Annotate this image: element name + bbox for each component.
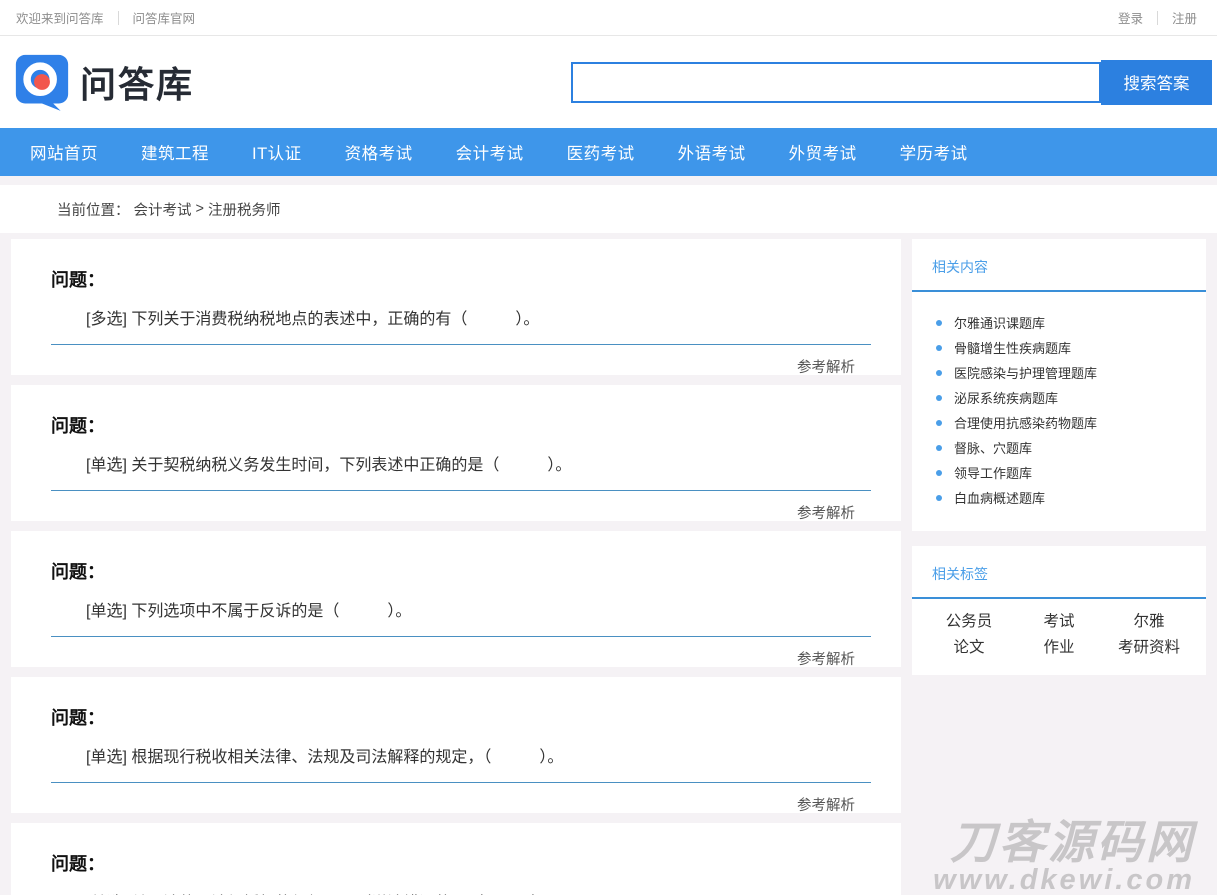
nav-item[interactable]: 医药考试 [567, 140, 635, 164]
analysis-link[interactable]: 参考解析 [797, 506, 855, 522]
analysis-link[interactable]: 参考解析 [797, 652, 855, 668]
question-card: 问题： [多选] 下列关于消费税纳税地点的表述中，正确的有（ ）。 参考解析 [11, 239, 901, 377]
nav-item[interactable]: IT认证 [252, 140, 302, 164]
sidebar: 相关内容 尔雅通识课题库 骨髓增生性疾病题库 医院感染与护理管理题库 泌尿系统疾… [912, 239, 1206, 675]
bullet-icon [936, 469, 942, 476]
related-list-item: 领导工作题库 [912, 460, 1206, 485]
bullet-icon [936, 369, 942, 376]
nav-item[interactable]: 会计考试 [456, 140, 524, 164]
logo[interactable]: 问答库 [14, 53, 194, 111]
question-label: 问题： [51, 416, 105, 436]
bullet-icon [936, 344, 942, 351]
question-label: 问题： [51, 854, 105, 874]
main-area: 问题： [多选] 下列关于消费税纳税地点的表述中，正确的有（ ）。 参考解析 问… [0, 233, 1217, 895]
welcome-text: 欢迎来到问答库 [16, 12, 104, 26]
related-list-item: 医院感染与护理管理题库 [912, 360, 1206, 385]
question-card: 问题： [单选] 关于法律、法规授权的组织，下列说法错误的是（ ）。 参考解析 [11, 823, 901, 895]
related-link[interactable]: 领导工作题库 [954, 463, 1032, 482]
breadcrumb-current-link[interactable]: 注册税务师 [208, 199, 281, 220]
breadcrumb-prefix: 当前位置： [57, 202, 130, 219]
tag-link[interactable]: 考研资料 [1104, 635, 1194, 661]
search-bar: 搜索答案 [571, 59, 1212, 105]
related-list-item: 尔雅通识课题库 [912, 310, 1206, 335]
related-link[interactable]: 督脉、穴题库 [954, 438, 1032, 457]
breadcrumb-separator: > [195, 201, 204, 217]
question-label: 问题： [51, 562, 105, 582]
qa-speech-bubble-logo-icon [14, 53, 70, 111]
question-card: 问题： [单选] 关于契税纳税义务发生时间，下列表述中正确的是（ ）。 参考解析 [11, 385, 901, 523]
nav-item[interactable]: 外语考试 [678, 140, 746, 164]
question-label: 问题： [51, 270, 105, 290]
related-content-list: 尔雅通识课题库 骨髓增生性疾病题库 医院感染与护理管理题库 泌尿系统疾病题库 合… [912, 292, 1206, 531]
related-tags-title: 相关标签 [912, 546, 1206, 599]
question-text: [单选] 关于契税纳税义务发生时间，下列表述中正确的是（ ）。 [86, 457, 572, 474]
search-button[interactable]: 搜索答案 [1101, 59, 1212, 105]
bullet-icon [936, 494, 942, 501]
related-list-item: 督脉、穴题库 [912, 435, 1206, 460]
site-header: 问答库 搜索答案 [0, 36, 1217, 128]
main-nav: 网站首页 建筑工程 IT认证 资格考试 会计考试 医药考试 外语考试 外贸考试 … [0, 128, 1217, 176]
analysis-row: 参考解析 [51, 648, 871, 669]
divider [117, 10, 119, 25]
related-list-item: 合理使用抗感染药物题库 [912, 410, 1206, 435]
bullet-icon [936, 444, 942, 451]
analysis-row: 参考解析 [51, 502, 871, 523]
related-link[interactable]: 骨髓增生性疾病题库 [954, 338, 1071, 357]
tag-link[interactable]: 作业 [1014, 635, 1104, 661]
divider [1156, 10, 1158, 25]
related-content-box: 相关内容 尔雅通识课题库 骨髓增生性疾病题库 医院感染与护理管理题库 泌尿系统疾… [912, 239, 1206, 531]
question-text: [单选] 根据现行税收相关法律、法规及司法解释的规定，（ ）。 [86, 749, 564, 766]
tag-link[interactable]: 尔雅 [1104, 609, 1194, 635]
related-tags-box: 相关标签 公务员 考试 尔雅 论文 作业 考研资料 [912, 546, 1206, 675]
question-divider [51, 782, 871, 783]
related-list-item: 泌尿系统疾病题库 [912, 385, 1206, 410]
tag-link[interactable]: 论文 [924, 635, 1014, 661]
related-link[interactable]: 白血病概述题库 [954, 488, 1045, 507]
related-link[interactable]: 尔雅通识课题库 [954, 313, 1045, 332]
related-link[interactable]: 医院感染与护理管理题库 [954, 363, 1097, 382]
topbar: 欢迎来到问答库 问答库官网 登录 注册 [0, 0, 1217, 36]
question-divider [51, 490, 871, 491]
official-site-link[interactable]: 问答库官网 [133, 8, 196, 27]
breadcrumb-category-link[interactable]: 会计考试 [134, 199, 192, 220]
search-input[interactable] [571, 61, 1101, 103]
question-card: 问题： [单选] 下列选项中不属于反诉的是（ ）。 参考解析 [11, 531, 901, 669]
question-text: [单选] 下列选项中不属于反诉的是（ ）。 [86, 603, 412, 620]
related-list-item: 骨髓增生性疾病题库 [912, 335, 1206, 360]
tag-link[interactable]: 公务员 [924, 609, 1014, 635]
question-divider [51, 636, 871, 637]
nav-item[interactable]: 资格考试 [345, 140, 413, 164]
nav-item[interactable]: 建筑工程 [141, 140, 209, 164]
nav-item[interactable]: 学历考试 [900, 140, 968, 164]
analysis-row: 参考解析 [51, 356, 871, 377]
related-content-title: 相关内容 [912, 239, 1206, 292]
bullet-icon [936, 394, 942, 401]
register-link[interactable]: 注册 [1172, 8, 1197, 27]
logo-text: 问答库 [80, 64, 195, 105]
login-link[interactable]: 登录 [1118, 8, 1143, 27]
tag-link[interactable]: 考试 [1014, 609, 1104, 635]
related-link[interactable]: 合理使用抗感染药物题库 [954, 413, 1097, 432]
question-list: 问题： [多选] 下列关于消费税纳税地点的表述中，正确的有（ ）。 参考解析 问… [11, 239, 901, 895]
question-label: 问题： [51, 708, 105, 728]
question-text: [多选] 下列关于消费税纳税地点的表述中，正确的有（ ）。 [86, 311, 540, 328]
analysis-row: 参考解析 [51, 794, 871, 815]
question-text: [单选] 关于法律、法规授权的组织，下列说法错误的是（ ）。 [51, 889, 871, 895]
question-card: 问题： [单选] 根据现行税收相关法律、法规及司法解释的规定，（ ）。 参考解析 [11, 677, 901, 815]
analysis-link[interactable]: 参考解析 [797, 360, 855, 376]
nav-item[interactable]: 外贸考试 [789, 140, 857, 164]
nav-item[interactable]: 网站首页 [30, 140, 98, 164]
related-list-item: 白血病概述题库 [912, 485, 1206, 510]
bullet-icon [936, 419, 942, 426]
analysis-link[interactable]: 参考解析 [797, 798, 855, 814]
breadcrumb: 当前位置： 会计考试 > 注册税务师 [0, 185, 1217, 233]
tags-grid: 公务员 考试 尔雅 论文 作业 考研资料 [912, 599, 1206, 675]
related-link[interactable]: 泌尿系统疾病题库 [954, 388, 1058, 407]
bullet-icon [936, 319, 942, 326]
question-divider [51, 344, 871, 345]
